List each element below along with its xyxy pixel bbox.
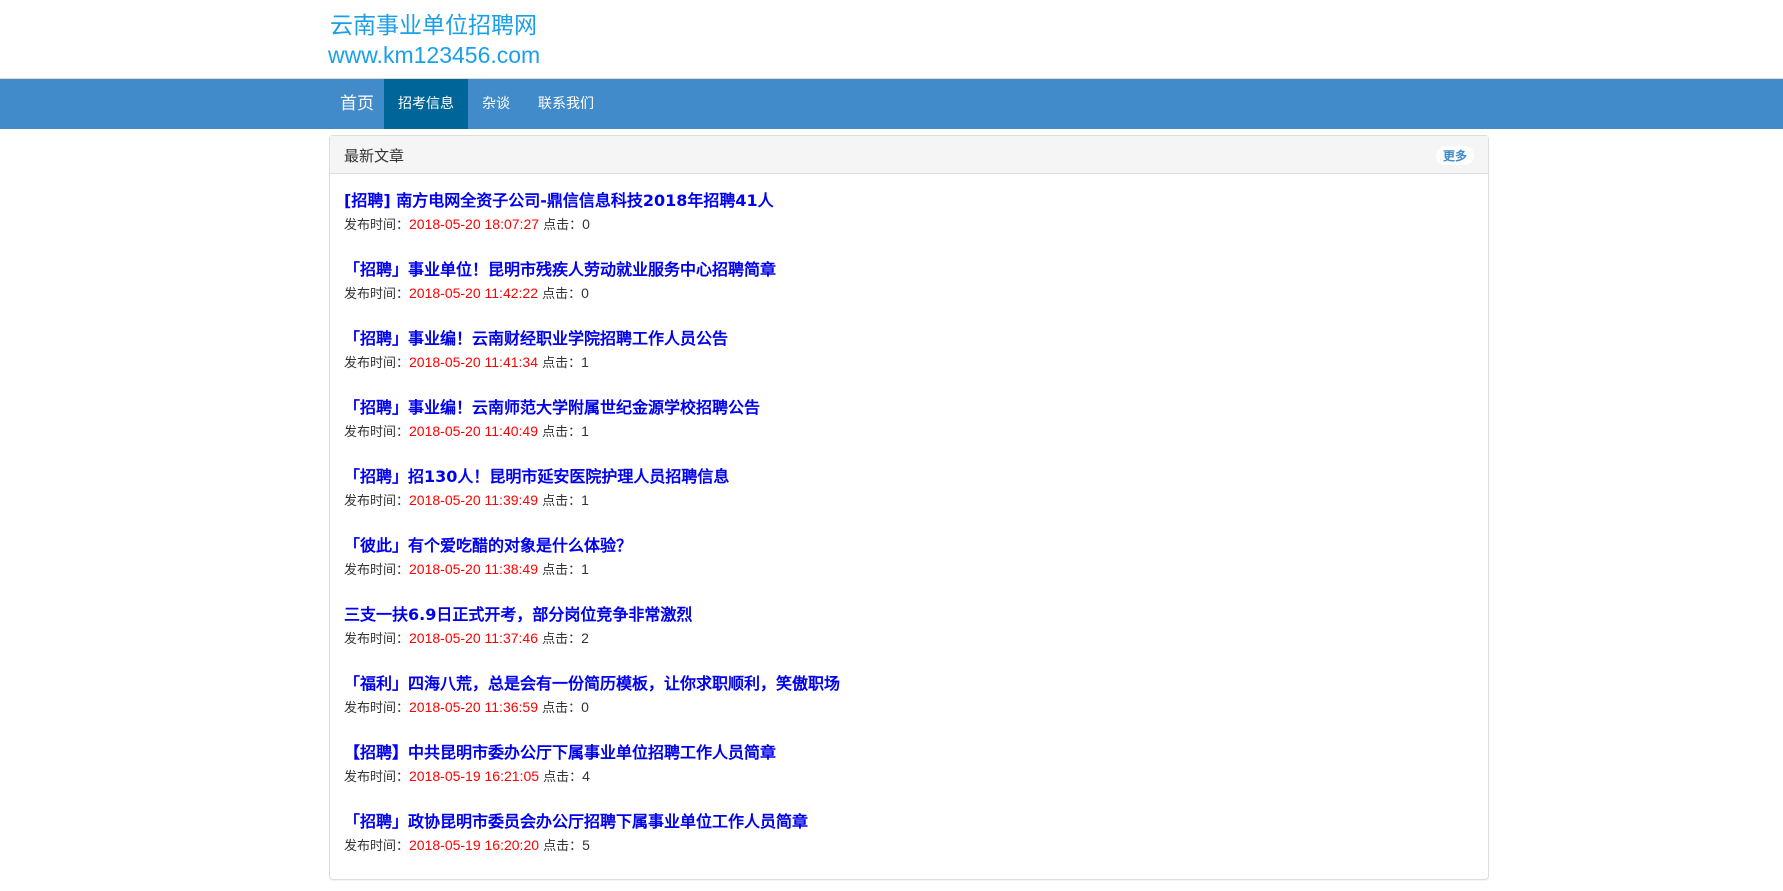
published-label: 发布时间： xyxy=(344,770,410,785)
article-meta: 发布时间：2018-05-20 11:38:49 点击：1 xyxy=(344,558,1474,582)
published-time: 2018-05-20 11:42:22 xyxy=(409,285,538,301)
site-header: 云南事业单位招聘网 www.km123456.com xyxy=(0,0,1783,78)
panel-header: 最新文章 更多 xyxy=(330,136,1488,174)
article-title-link[interactable]: 「招聘」事业单位！昆明市残疾人劳动就业服务中心招聘简章 xyxy=(344,258,1474,282)
list-item: 「招聘」政协昆明市委员会办公厅招聘下属事业单位工作人员简章 发布时间：2018-0… xyxy=(344,810,1474,879)
article-title-link[interactable]: 【招聘】中共昆明市委办公厅下属事业单位招聘工作人员简章 xyxy=(344,741,1474,765)
list-item: 「招聘」招130人！昆明市延安医院护理人员招聘信息 发布时间：2018-05-20… xyxy=(344,465,1474,534)
article-meta: 发布时间：2018-05-20 11:42:22 点击：0 xyxy=(344,282,1474,306)
click-count: 1 xyxy=(581,423,589,439)
article-meta: 发布时间：2018-05-20 11:36:59 点击：0 xyxy=(344,696,1474,720)
article-title-link[interactable]: 「福利」四海八荒，总是会有一份简历模板，让你求职顺利，笑傲职场 xyxy=(344,672,1474,696)
article-meta: 发布时间：2018-05-20 11:40:49 点击：1 xyxy=(344,420,1474,444)
clicks-label: 点击： xyxy=(542,632,582,647)
click-count: 1 xyxy=(581,354,589,370)
article-title-link[interactable]: 「招聘」事业编！云南师范大学附属世纪金源学校招聘公告 xyxy=(344,396,1474,420)
article-title-link[interactable]: [招聘] 南方电网全资子公司-鼎信信息科技2018年招聘41人 xyxy=(344,189,1474,213)
clicks-label: 点击： xyxy=(542,563,582,578)
clicks-label: 点击： xyxy=(543,218,583,233)
published-time: 2018-05-20 11:37:46 xyxy=(409,630,538,646)
clicks-label: 点击： xyxy=(542,356,582,371)
click-count: 0 xyxy=(581,699,589,715)
list-item: 「招聘」事业编！云南财经职业学院招聘工作人员公告 发布时间：2018-05-20 … xyxy=(344,327,1474,396)
nav-item[interactable]: 杂谈 xyxy=(468,79,524,129)
nav-menu: 首页 招考信息 杂谈 联系我们 xyxy=(330,79,608,129)
published-time: 2018-05-20 11:41:34 xyxy=(409,354,538,370)
nav-item[interactable]: 首页 xyxy=(330,79,384,129)
published-label: 发布时间： xyxy=(344,287,410,302)
click-count: 0 xyxy=(581,285,589,301)
article-list: [招聘] 南方电网全资子公司-鼎信信息科技2018年招聘41人 发布时间：2018… xyxy=(330,174,1488,879)
click-count: 2 xyxy=(581,630,589,646)
published-label: 发布时间： xyxy=(344,563,410,578)
click-count: 1 xyxy=(581,492,589,508)
article-title-link[interactable]: 「招聘」事业编！云南财经职业学院招聘工作人员公告 xyxy=(344,327,1474,351)
published-label: 发布时间： xyxy=(344,701,410,716)
published-label: 发布时间： xyxy=(344,425,410,440)
site-url[interactable]: www.km123456.com xyxy=(328,41,540,69)
published-time: 2018-05-19 16:21:05 xyxy=(409,768,540,784)
article-title-link[interactable]: 「彼此」有个爱吃醋的对象是什么体验？ xyxy=(344,534,1474,558)
latest-articles-panel: 最新文章 更多 [招聘] 南方电网全资子公司-鼎信信息科技2018年招聘41人发… xyxy=(329,135,1489,880)
click-count: 0 xyxy=(582,216,590,232)
article-title-link[interactable]: 「招聘」招130人！昆明市延安医院护理人员招聘信息 xyxy=(344,465,1474,489)
nav-bar xyxy=(0,78,1783,129)
list-item: 「福利」四海八荒，总是会有一份简历模板，让你求职顺利，笑傲职场 发布时间：2018… xyxy=(344,672,1474,741)
published-time: 2018-05-20 11:39:49 xyxy=(409,492,538,508)
more-button[interactable]: 更多 xyxy=(1435,146,1474,165)
article-title-link[interactable]: 三支一扶6.9日正式开考，部分岗位竞争非常激烈 xyxy=(344,603,1474,627)
nav-item[interactable]: 联系我们 xyxy=(524,79,608,129)
list-item: 三支一扶6.9日正式开考，部分岗位竞争非常激烈 发布时间：2018-05-20 1… xyxy=(344,603,1474,672)
click-count: 1 xyxy=(581,561,589,577)
article-meta: 发布时间：2018-05-19 16:20:20 点击：5 xyxy=(344,834,1474,858)
list-item: 「彼此」有个爱吃醋的对象是什么体验？ 发布时间：2018-05-20 11:38:… xyxy=(344,534,1474,603)
published-label: 发布时间： xyxy=(344,356,410,371)
published-label: 发布时间： xyxy=(344,218,410,233)
clicks-label: 点击： xyxy=(542,287,582,302)
clicks-label: 点击： xyxy=(542,494,582,509)
list-item: 【招聘】中共昆明市委办公厅下属事业单位招聘工作人员简章 发布时间：2018-05-… xyxy=(344,741,1474,810)
article-title-link[interactable]: 「招聘」政协昆明市委员会办公厅招聘下属事业单位工作人员简章 xyxy=(344,810,1474,834)
article-meta: 发布时间：2018-05-20 11:41:34 点击：1 xyxy=(344,351,1474,375)
clicks-label: 点击： xyxy=(543,839,583,854)
published-time: 2018-05-20 18:07:27 xyxy=(409,216,540,232)
clicks-label: 点击： xyxy=(542,425,582,440)
article-meta: 发布时间：2018-05-20 11:39:49 点击：1 xyxy=(344,489,1474,513)
article-meta: 发布时间：2018-05-19 16:21:05 点击：4 xyxy=(344,765,1474,789)
article-meta: 发布时间：2018-05-20 18:07:27 点击：0 xyxy=(344,213,1474,237)
published-label: 发布时间： xyxy=(344,494,410,509)
clicks-label: 点击： xyxy=(543,770,583,785)
article-meta: 发布时间：2018-05-20 11:37:46 点击：2 xyxy=(344,627,1474,651)
click-count: 4 xyxy=(582,768,590,784)
published-label: 发布时间： xyxy=(344,839,410,854)
list-item: 「招聘」事业编！云南师范大学附属世纪金源学校招聘公告 发布时间：2018-05-2… xyxy=(344,396,1474,465)
click-count: 5 xyxy=(582,837,590,853)
published-time: 2018-05-20 11:38:49 xyxy=(409,561,538,577)
published-time: 2018-05-20 11:40:49 xyxy=(409,423,538,439)
panel-title: 最新文章 xyxy=(344,147,405,165)
published-label: 发布时间： xyxy=(344,632,410,647)
published-time: 2018-05-20 11:36:59 xyxy=(409,699,538,715)
list-item: 「招聘」事业单位！昆明市残疾人劳动就业服务中心招聘简章 发布时间：2018-05-… xyxy=(344,258,1474,327)
clicks-label: 点击： xyxy=(542,701,582,716)
published-time: 2018-05-19 16:20:20 xyxy=(409,837,540,853)
list-item: [招聘] 南方电网全资子公司-鼎信信息科技2018年招聘41人 发布时间：2018… xyxy=(344,189,1474,258)
site-name[interactable]: 云南事业单位招聘网 xyxy=(330,12,537,40)
nav-item[interactable]: 招考信息 xyxy=(384,79,468,129)
